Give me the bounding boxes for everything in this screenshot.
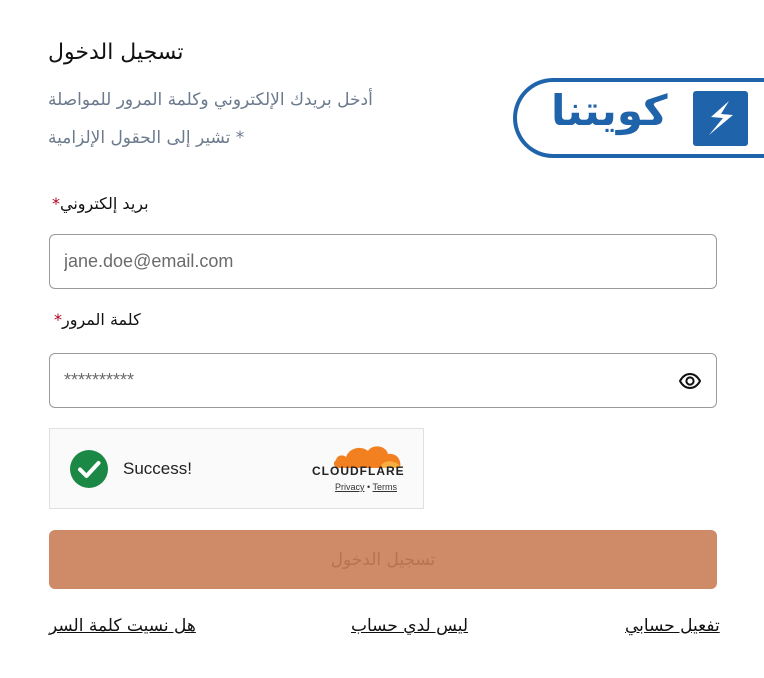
page-title: تسجيل الدخول bbox=[48, 40, 184, 65]
captcha-links: Privacy • Terms bbox=[335, 482, 397, 492]
logo-text: كويتنا bbox=[551, 86, 668, 135]
required-fields-note: * تشير إلى الحقول الإلزامية bbox=[48, 128, 245, 148]
required-asterisk: * bbox=[54, 310, 62, 329]
password-label-text: كلمة المرور bbox=[62, 310, 141, 329]
page-subtitle: أدخل بريدك الإلكتروني وكلمة المرور للموا… bbox=[48, 90, 373, 110]
activate-account-link[interactable]: تفعيل حسابي bbox=[625, 616, 720, 636]
password-field-wrapper bbox=[49, 353, 717, 408]
email-field-wrapper bbox=[49, 234, 717, 289]
forgot-password-link[interactable]: هل نسيت كلمة السر bbox=[49, 616, 196, 636]
brand-logo: كويتنا bbox=[513, 78, 764, 158]
email-field[interactable] bbox=[64, 235, 664, 288]
cloudflare-wordmark: CLOUDFLARE bbox=[312, 464, 405, 478]
email-label-text: بريد إلكتروني bbox=[60, 194, 149, 213]
no-account-link[interactable]: ليس لدي حساب bbox=[351, 616, 468, 636]
logo-mark-icon bbox=[693, 91, 748, 146]
required-asterisk: * bbox=[52, 194, 60, 213]
show-password-eye-icon[interactable] bbox=[678, 369, 702, 393]
success-check-icon bbox=[70, 450, 108, 488]
password-field[interactable] bbox=[64, 354, 664, 407]
privacy-link[interactable]: Privacy bbox=[335, 482, 365, 492]
email-label: بريد إلكتروني* bbox=[52, 194, 149, 213]
link-separator: • bbox=[367, 482, 371, 492]
password-label: كلمة المرور* bbox=[54, 310, 141, 329]
login-button[interactable]: تسجيل الدخول bbox=[49, 530, 717, 589]
captcha-status: Success! bbox=[123, 459, 192, 478]
terms-link[interactable]: Terms bbox=[373, 482, 398, 492]
captcha-widget[interactable]: Success! CLOUDFLARE Privacy • Terms bbox=[49, 428, 424, 509]
